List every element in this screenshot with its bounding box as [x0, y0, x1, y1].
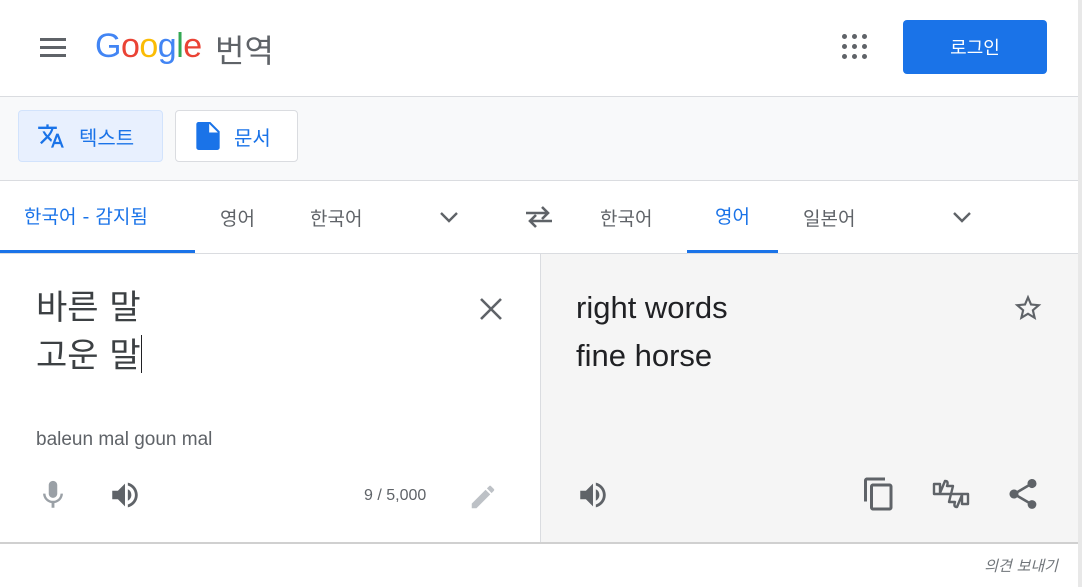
text-mode-label: 텍스트 [79, 125, 135, 150]
page-scrollbar[interactable] [1078, 0, 1082, 587]
source-text-input[interactable]: 바른 말 고운 말 [36, 284, 436, 380]
translation-listen-speaker-icon[interactable] [576, 478, 610, 512]
target-more-languages-chevron-down-icon[interactable] [950, 205, 974, 229]
document-icon [196, 122, 220, 150]
mode-bar: 텍스트 문서 [0, 97, 1078, 181]
google-logo[interactable]: Google [95, 27, 202, 66]
apps-grid-icon[interactable] [842, 34, 868, 60]
share-translation-icon[interactable] [1005, 476, 1039, 510]
swap-languages-icon[interactable] [524, 203, 554, 231]
text-caret [140, 335, 143, 373]
translation-panel: right words fine horse [541, 254, 1078, 542]
source-tab-english[interactable]: 영어 [220, 181, 255, 253]
document-mode-label: 문서 [234, 125, 271, 150]
save-translation-star-icon[interactable] [1012, 292, 1046, 326]
source-text-panel: 바른 말 고운 말 baleun mal goun mal 9 / 5,000 [0, 254, 541, 542]
send-feedback-link[interactable]: 의견 보내기 [984, 555, 1058, 576]
source-more-languages-chevron-down-icon[interactable] [437, 205, 461, 229]
hamburger-menu-icon[interactable] [38, 35, 70, 59]
translation-output: right words fine horse [576, 284, 996, 380]
edit-pencil-icon[interactable] [468, 482, 502, 516]
target-tab-korean[interactable]: 한국어 [600, 181, 652, 253]
document-mode-button[interactable]: 문서 [175, 110, 298, 162]
character-counter: 9 / 5,000 [364, 487, 427, 504]
top-app-bar: Google 번역 로그인 [0, 0, 1078, 97]
text-mode-button[interactable]: 텍스트 [18, 110, 163, 162]
target-tab-english[interactable]: 영어 [687, 181, 778, 253]
clear-source-close-icon[interactable] [474, 292, 508, 326]
panel-bottom-border [0, 542, 1078, 544]
login-button[interactable]: 로그인 [903, 20, 1047, 74]
source-line-1: 바른 말 [36, 288, 141, 328]
translation-line-2: fine horse [576, 338, 713, 373]
source-tab-korean[interactable]: 한국어 [310, 181, 362, 253]
language-bar: 한국어 - 감지됨 영어 한국어 한국어 영어 일본어 [0, 181, 1078, 254]
rate-translation-thumbs-icon[interactable] [931, 476, 970, 510]
copy-translation-icon[interactable] [861, 476, 895, 511]
translate-icon [37, 122, 65, 150]
romanization-text: baleun mal goun mal [36, 429, 213, 450]
source-listen-speaker-icon[interactable] [108, 478, 142, 512]
translation-line-1: right words [576, 290, 728, 325]
microphone-icon[interactable] [36, 478, 70, 512]
source-tab-detected[interactable]: 한국어 - 감지됨 [0, 181, 195, 253]
source-line-2: 고운 말 [36, 336, 141, 376]
product-name: 번역 [215, 32, 274, 70]
target-tab-japanese[interactable]: 일본어 [803, 181, 855, 253]
